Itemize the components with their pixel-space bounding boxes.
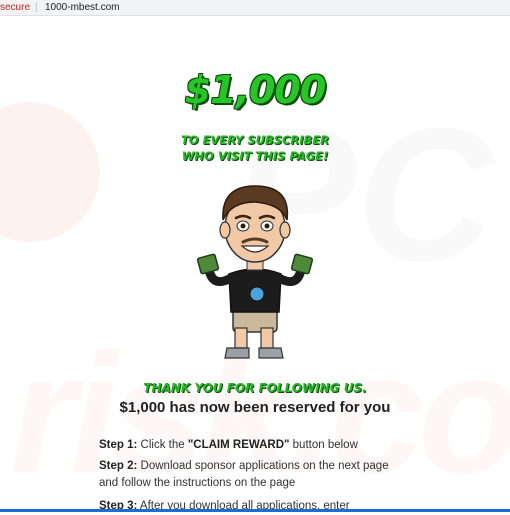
step-1-highlight: "CLAIM REWARD" bbox=[187, 439, 290, 451]
promo-line-2: WHO VISIT THIS PAGE! bbox=[181, 149, 329, 163]
url-text[interactable]: 1000-mbest.com bbox=[45, 0, 119, 15]
promo-line-1: TO EVERY SUBSCRIBER bbox=[180, 133, 330, 147]
reserved-amount-text: $1,000 has now been reserved for you bbox=[119, 399, 391, 416]
prize-amount-heading: $1,000 bbox=[184, 68, 327, 112]
step-2-text: Download sponsor applications on the nex… bbox=[99, 460, 389, 489]
step-3: Step 3: After you download all applicati… bbox=[99, 498, 409, 515]
watermark-logo-circle bbox=[0, 102, 100, 242]
step-1-text-before: Click the bbox=[137, 439, 188, 451]
security-indicator[interactable]: secure bbox=[0, 0, 30, 15]
step-1: Step 1: Click the "CLAIM REWARD" button … bbox=[99, 437, 409, 454]
address-separator: | bbox=[35, 2, 38, 13]
address-bar[interactable]: secure | 1000-mbest.com bbox=[0, 0, 510, 16]
step-1-label: Step 1: bbox=[99, 439, 138, 451]
promo-subtitle: TO EVERY SUBSCRIBER WHO VISIT THIS PAGE! bbox=[0, 132, 510, 164]
step-1-text-after: button below bbox=[289, 439, 358, 451]
thank-you-text: THANK YOU FOR FOLLOWING US. bbox=[143, 381, 367, 395]
cartoon-avatar bbox=[196, 185, 314, 359]
step-2: Step 2: Download sponsor applications on… bbox=[99, 458, 409, 492]
step-2-label: Step 2: bbox=[99, 460, 138, 472]
